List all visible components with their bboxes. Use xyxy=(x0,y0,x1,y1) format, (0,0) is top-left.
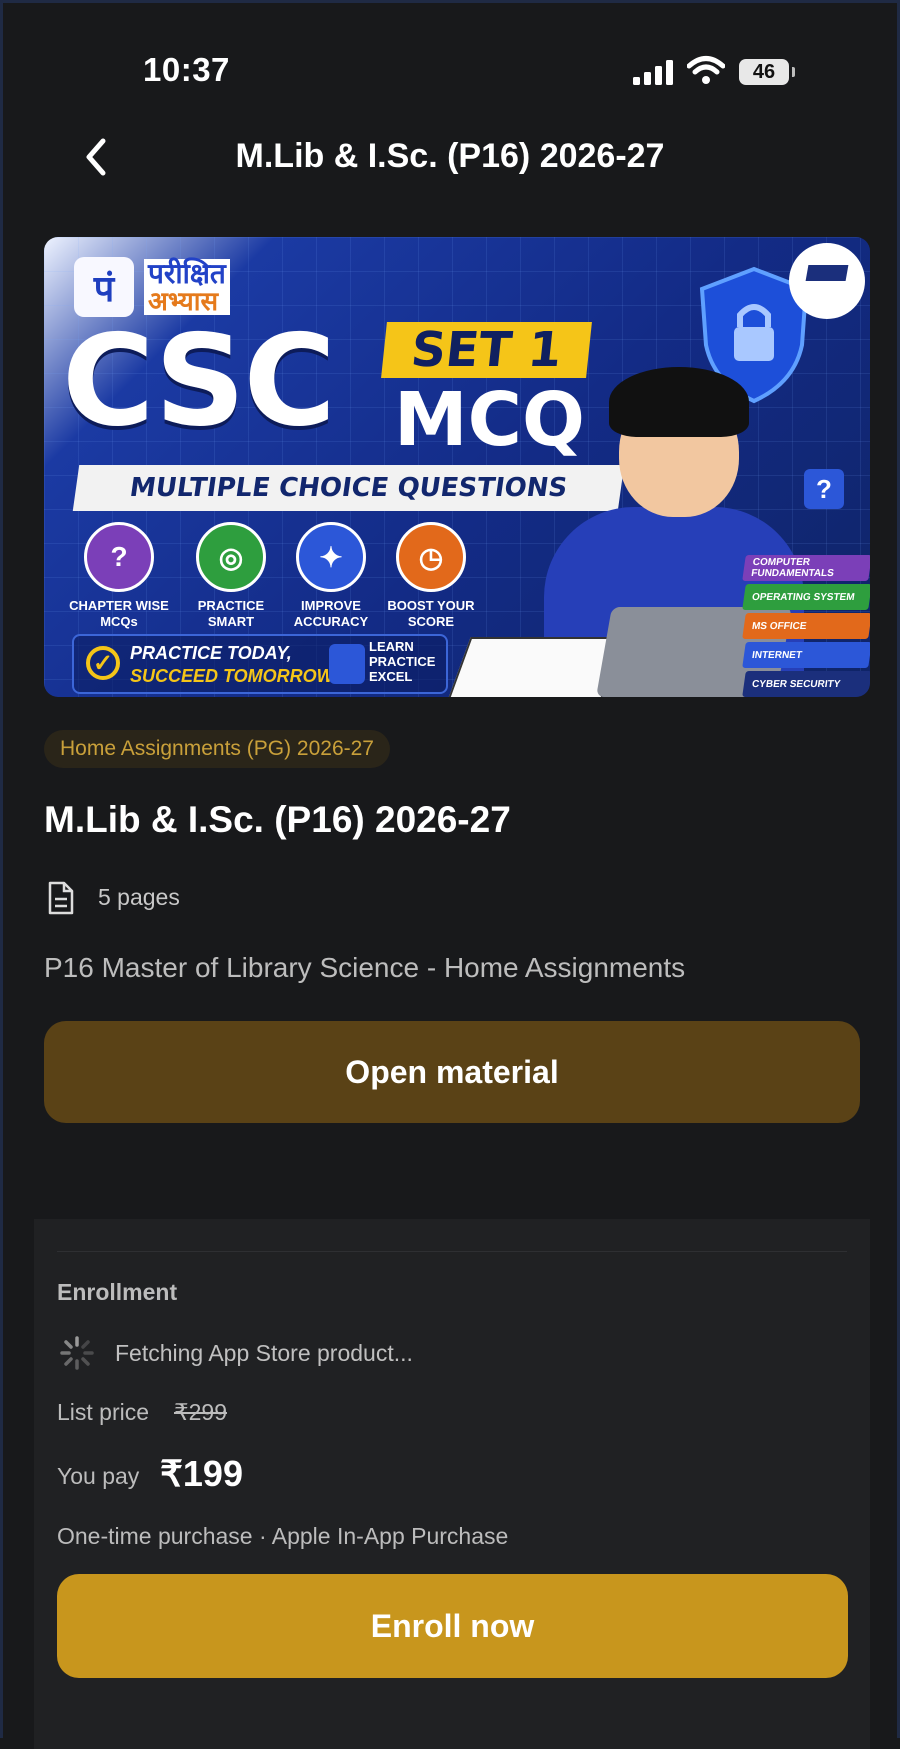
open-material-button[interactable]: Open material xyxy=(44,1021,860,1123)
feature-chapter-wise: ? CHAPTER WISE MCQs xyxy=(64,522,174,629)
banner-cta-box: ✓ PRACTICE TODAY, SUCCEED TOMORROW! LEAR… xyxy=(72,634,448,694)
cellular-signal-icon xyxy=(633,59,675,85)
banner-mcq-label: MCQ xyxy=(394,377,585,463)
banner-headline: CSC xyxy=(62,307,336,454)
status-time: 10:37 xyxy=(143,51,230,88)
question-icon: ? xyxy=(804,469,844,509)
graduation-cap-icon xyxy=(789,243,865,319)
battery-tip xyxy=(792,67,795,77)
purchase-note: One-time purchase · Apple In-App Purchas… xyxy=(57,1523,509,1549)
document-icon xyxy=(48,881,74,915)
page-count: 5 pages xyxy=(98,884,180,910)
you-pay-value: ₹199 xyxy=(160,1453,243,1494)
banner-set-label: SET 1 xyxy=(381,322,592,378)
book-stack: COMPUTER FUNDAMENTALS OPERATING SYSTEM M… xyxy=(742,555,870,697)
feature-improve-accuracy: ✦ IMPROVE ACCURACY xyxy=(276,522,386,629)
wifi-icon xyxy=(687,56,725,84)
student-hair xyxy=(609,367,749,437)
battery-icon: 46 xyxy=(739,59,789,85)
screen: 10:37 46 M.Lib & I.Sc. (P16) 2026-27 पं … xyxy=(0,0,900,1749)
material-title: M.Lib & I.Sc. (P16) 2026-27 xyxy=(44,799,511,840)
enrollment-heading: Enrollment xyxy=(57,1279,178,1305)
you-pay-label: You pay xyxy=(57,1463,140,1489)
feature-practice-smart: ◎ PRACTICE SMART xyxy=(176,522,286,629)
divider xyxy=(57,1251,847,1252)
enroll-now-button[interactable]: Enroll now xyxy=(57,1574,848,1678)
material-description: P16 Master of Library Science - Home Ass… xyxy=(44,952,686,983)
category-tag: Home Assignments (PG) 2026-27 xyxy=(44,730,390,768)
check-circle-icon: ✓ xyxy=(86,646,120,680)
banner-ribbon: MULTIPLE CHOICE QUESTIONS xyxy=(72,465,625,511)
fetching-status: Fetching App Store product... xyxy=(115,1340,413,1366)
loading-spinner-icon xyxy=(60,1336,94,1370)
course-banner-image: पं परीक्षित अभ्यास CSC SET 1 MCQ MULTIPLE… xyxy=(44,237,870,697)
list-price-label: List price xyxy=(57,1399,150,1425)
lock-icon xyxy=(329,644,365,684)
feature-boost-score: ◷ BOOST YOUR SCORE xyxy=(376,522,486,629)
nav-title: M.Lib & I.Sc. (P16) 2026-27 xyxy=(235,137,665,175)
list-price-value: ₹299 xyxy=(174,1399,228,1425)
